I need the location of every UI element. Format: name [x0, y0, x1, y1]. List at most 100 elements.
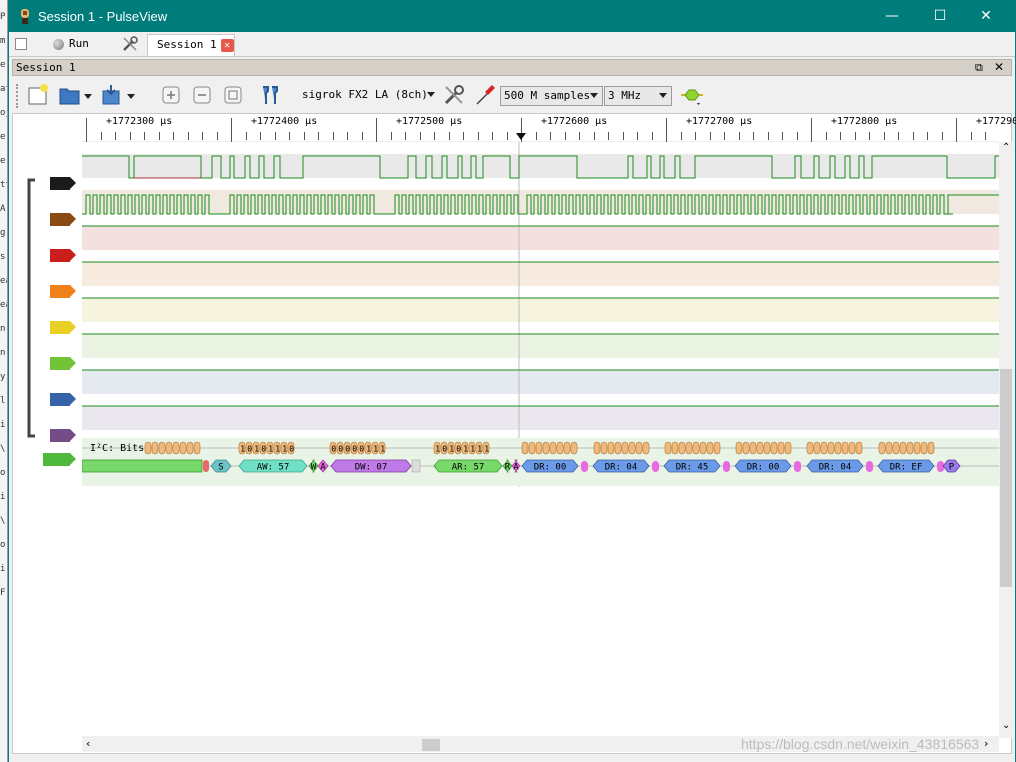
channel-label-d0[interactable]: [50, 177, 76, 190]
ruler-tick: [942, 132, 943, 140]
open-folder-icon[interactable]: [58, 83, 82, 107]
decoder-ack-marker: [723, 461, 730, 472]
decoder-bit: [885, 441, 893, 455]
background-strip-char: m: [0, 36, 6, 46]
samplerate-select[interactable]: 3 MHz: [604, 86, 672, 106]
background-strip-char: tt: [0, 180, 7, 190]
probe-config-icon[interactable]: [473, 83, 497, 107]
ruler-tick: [695, 132, 696, 140]
channel-label-d7[interactable]: [50, 429, 76, 442]
open-dropdown-icon[interactable]: [84, 94, 92, 99]
ruler-tick: [217, 132, 218, 140]
ruler-tick: [86, 118, 87, 142]
decoder-annotation-label: A: [513, 463, 519, 473]
session-panel-title: Session 1: [16, 61, 76, 74]
channel-label-d1[interactable]: [50, 213, 76, 226]
decoder-bit: [671, 441, 679, 455]
decoder-label-i2c[interactable]: [43, 453, 76, 466]
save-dropdown-icon[interactable]: [127, 94, 135, 99]
vertical-scroll-thumb[interactable]: [1000, 369, 1012, 587]
decoder-bit: [906, 441, 914, 455]
decoder-bit-value: 0: [338, 445, 343, 454]
new-view-tab[interactable]: [15, 34, 31, 56]
decoder-bit: [186, 441, 194, 455]
run-capture-icon[interactable]: [680, 83, 704, 107]
background-strip-char: ea: [0, 276, 7, 286]
minimize-button[interactable]: —: [869, 1, 915, 32]
channel-row-gap: [82, 358, 999, 370]
decoder-bit: [827, 441, 835, 455]
scroll-down-icon[interactable]: ⌄: [1002, 720, 1010, 731]
scroll-left-icon[interactable]: ‹: [86, 737, 90, 750]
tab-session-1[interactable]: Session 1 ✕: [147, 34, 235, 56]
new-session-icon[interactable]: [26, 83, 50, 107]
decoder-bit-value: 1: [463, 445, 468, 454]
decoder-bit: [563, 441, 571, 455]
ruler-tick: [739, 132, 740, 140]
decoder-bit-value: 0: [289, 445, 294, 454]
ruler-tick: [855, 132, 856, 140]
sample-count-select[interactable]: 500 M samples: [500, 86, 603, 106]
background-strip-char: F: [0, 588, 6, 598]
zoom-fit-icon[interactable]: [221, 83, 245, 107]
channel-label-d3[interactable]: [50, 285, 76, 298]
trigger-marker-icon[interactable]: [516, 133, 526, 140]
vertical-scrollbar[interactable]: ⌃ ⌄: [999, 142, 1013, 738]
ruler-tick: [231, 118, 232, 142]
device-config-icon[interactable]: [442, 83, 466, 107]
decoder-bit: [678, 441, 686, 455]
sample-count-value: 500 M samples: [504, 89, 591, 102]
decoder-bit: [899, 441, 907, 455]
channel-row-gap: [82, 322, 999, 334]
ruler-tick: [463, 132, 464, 140]
background-strip-char: er: [0, 156, 7, 166]
horizontal-scroll-thumb[interactable]: [422, 739, 440, 751]
save-icon[interactable]: [100, 83, 124, 107]
decoder-bit-value: 1: [373, 445, 378, 454]
decoder-bit: [165, 441, 173, 455]
channel-row-gap: [82, 214, 999, 226]
ruler-tick: [434, 132, 435, 140]
zoom-out-icon[interactable]: [190, 83, 214, 107]
decoder-bit-value: 1: [268, 445, 273, 454]
show-cursors-icon[interactable]: [258, 83, 282, 107]
decoder-bit: [855, 441, 863, 455]
channel-row-gap: [82, 178, 999, 190]
close-tab-icon[interactable]: ✕: [220, 38, 234, 52]
status-bar: [9, 755, 1015, 762]
run-tab[interactable]: Run: [53, 34, 113, 56]
decoder-annotation-shape: [82, 459, 203, 473]
decoder-bit: [848, 441, 856, 455]
device-dropdown-icon[interactable]: [427, 92, 435, 97]
scroll-up-icon[interactable]: ⌃: [1002, 142, 1010, 153]
decoder-bit-value: 1: [449, 445, 454, 454]
decoder-bit: [528, 441, 536, 455]
ruler-tick: [710, 132, 711, 140]
channel-label-d2[interactable]: [50, 249, 76, 262]
ruler-tick: [478, 132, 479, 140]
scroll-right-icon[interactable]: ›: [984, 737, 988, 750]
decoder-bit: [570, 441, 578, 455]
samplerate-value: 3 MHz: [608, 89, 642, 102]
settings-tab[interactable]: [121, 34, 145, 56]
time-ruler[interactable]: +1772300 µs +1772400 µs +1772500 µs +177260…: [82, 114, 1016, 142]
decoder-annotation-shape: [411, 459, 421, 473]
session-panel-header: Session 1 ⧉ ✕: [12, 59, 1012, 76]
channel-label-d5[interactable]: [50, 357, 76, 370]
ruler-tick: [362, 132, 363, 140]
ruler-tick: [289, 132, 290, 140]
zoom-in-icon[interactable]: [159, 83, 183, 107]
channel-row-bg: [82, 226, 999, 250]
ruler-tick: [130, 132, 131, 140]
decoder-bit-value: 1: [484, 445, 489, 454]
waveform-area[interactable]: I²C: Bits101011100000011110101111I²C: Ad…: [82, 142, 999, 742]
decoder-bit: [920, 441, 928, 455]
float-panel-icon[interactable]: ⧉: [975, 61, 983, 75]
close-panel-icon[interactable]: ✕: [994, 60, 1004, 74]
channel-label-d4[interactable]: [50, 321, 76, 334]
device-selector[interactable]: sigrok FX2 LA (8ch): [302, 88, 428, 101]
maximize-button[interactable]: ☐: [917, 1, 963, 32]
close-window-button[interactable]: ✕: [963, 1, 1009, 32]
decoder-annotation-label: DR: 04: [605, 463, 638, 473]
channel-label-d6[interactable]: [50, 393, 76, 406]
